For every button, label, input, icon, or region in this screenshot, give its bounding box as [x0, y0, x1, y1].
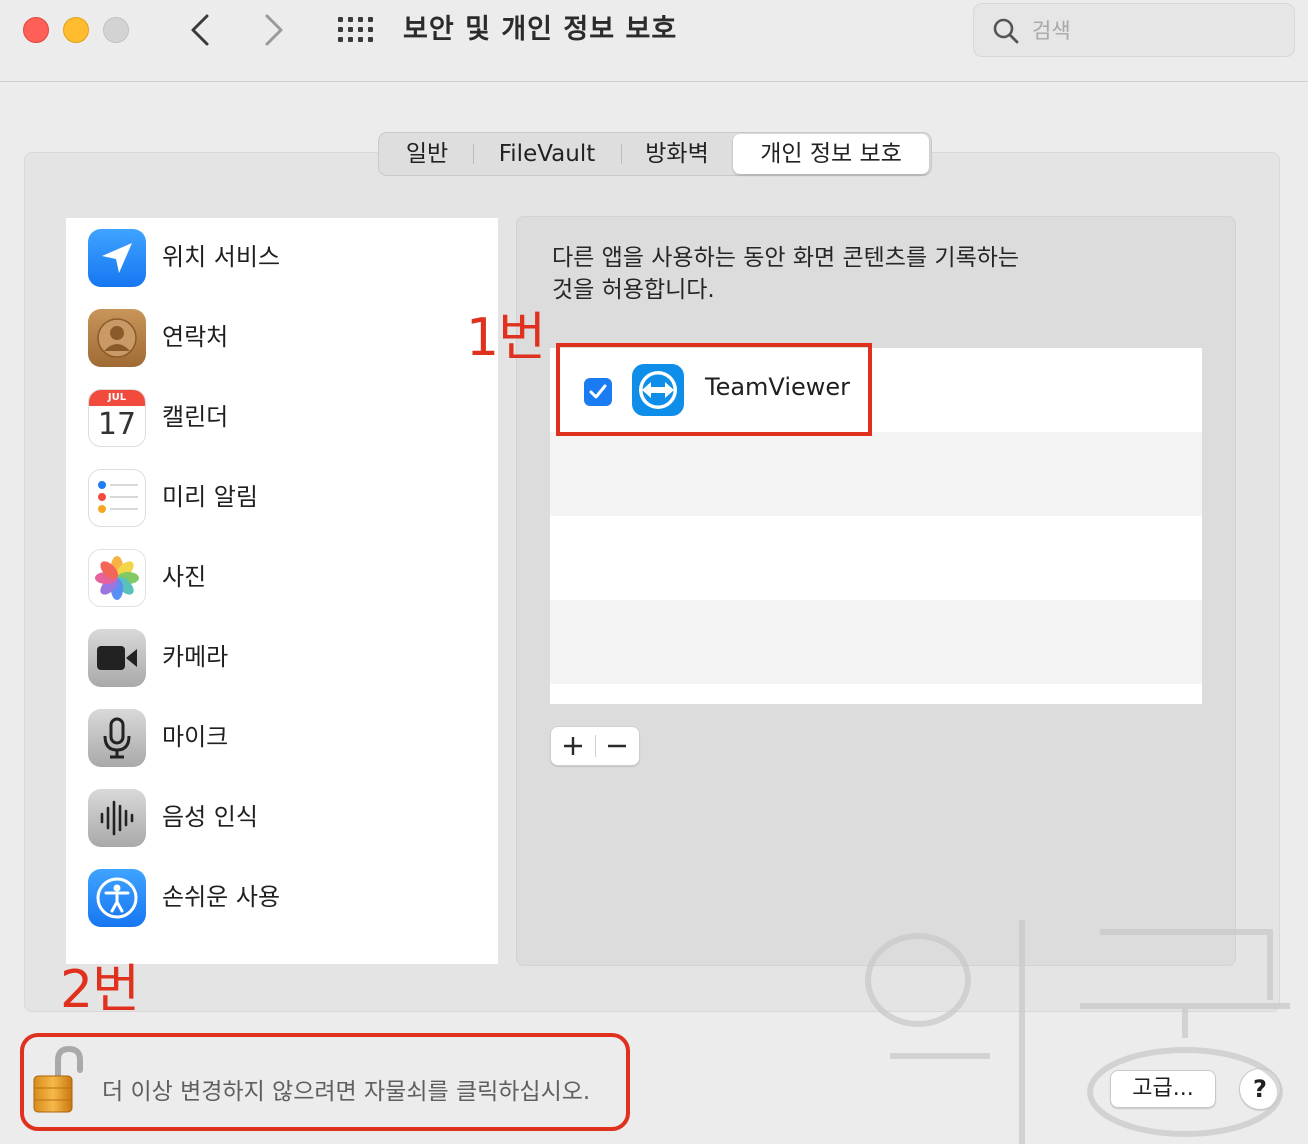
sidebar-item-accessibility[interactable]: 손쉬운 사용 [66, 858, 498, 938]
sidebar-item-photos[interactable]: 사진 [66, 538, 498, 618]
zoom-window-button[interactable] [103, 17, 129, 43]
calendar-month: JUL [89, 390, 145, 406]
sidebar-item-reminders[interactable]: 미리 알림 [66, 458, 498, 538]
privacy-category-list[interactable]: 위치 서비스 연락처 JUL 17 캘린더 미리 알림 사진 카메라 마이크 음… [66, 218, 498, 964]
tab-filevault[interactable]: FileVault [473, 134, 621, 174]
tab-privacy[interactable]: 개인 정보 보호 [733, 134, 929, 174]
calendar-icon: JUL 17 [88, 389, 146, 447]
sidebar-item-contacts[interactable]: 연락처 [66, 298, 498, 378]
table-row [550, 516, 1202, 600]
annotation-box-1 [556, 343, 872, 436]
search-input[interactable] [1032, 14, 1272, 48]
reminders-icon [88, 469, 146, 527]
chevron-left-icon [191, 14, 209, 46]
camera-icon [88, 629, 146, 687]
sidebar-item-label: 사진 [162, 563, 207, 591]
search-field[interactable] [973, 3, 1295, 57]
photos-icon [88, 549, 146, 607]
sidebar-item-speech-recognition[interactable]: 음성 인식 [66, 778, 498, 858]
table-row [550, 600, 1202, 684]
add-app-button[interactable] [551, 727, 595, 765]
back-button[interactable] [180, 10, 220, 50]
close-window-button[interactable] [23, 17, 49, 43]
sidebar-item-camera[interactable]: 카메라 [66, 618, 498, 698]
speech-recognition-icon [88, 789, 146, 847]
minus-icon [608, 744, 627, 748]
show-all-button[interactable] [336, 14, 376, 46]
annotation-box-2 [20, 1033, 630, 1131]
annotation-label-2: 2번 [60, 960, 140, 1020]
contacts-icon [88, 309, 146, 367]
description-line: 다른 앱을 사용하는 동안 화면 콘텐츠를 기록하는 [552, 245, 1020, 271]
add-remove-buttons [550, 726, 640, 766]
calendar-day: 17 [97, 407, 137, 442]
sidebar-item-label: 카메라 [162, 643, 229, 671]
sidebar-item-label: 마이크 [162, 723, 229, 751]
sidebar-item-location-services[interactable]: 위치 서비스 [66, 218, 498, 298]
sidebar-item-label: 캘린더 [162, 403, 229, 431]
annotation-label-1: 1번 [466, 308, 546, 368]
tab-bar: 일반 FileVault 방화벽 개인 정보 보호 [378, 132, 932, 176]
sidebar-item-label: 음성 인식 [162, 803, 258, 831]
advanced-button[interactable]: 고급... [1110, 1070, 1216, 1108]
minimize-window-button[interactable] [63, 17, 89, 43]
table-row [550, 432, 1202, 516]
accessibility-icon [88, 869, 146, 927]
search-icon [993, 18, 1019, 44]
sidebar-item-label: 손쉬운 사용 [162, 883, 281, 911]
permission-description: 다른 앱을 사용하는 동안 화면 콘텐츠를 기록하는 것을 허용합니다. [552, 242, 1072, 306]
title-bar: 보안 및 개인 정보 보호 [0, 0, 1308, 82]
location-arrow-icon [88, 229, 146, 287]
plus-icon [563, 737, 582, 755]
microphone-icon [88, 709, 146, 767]
forward-button[interactable] [254, 10, 294, 50]
sidebar-item-label: 미리 알림 [162, 483, 258, 511]
window-title: 보안 및 개인 정보 보호 [403, 14, 678, 45]
help-button[interactable]: ? [1239, 1068, 1281, 1110]
grid-icon [338, 17, 373, 42]
description-line: 것을 허용합니다. [552, 277, 715, 303]
sidebar-item-calendar[interactable]: JUL 17 캘린더 [66, 378, 498, 458]
sidebar-item-label: 연락처 [162, 323, 229, 351]
tab-general[interactable]: 일반 [381, 134, 473, 174]
sidebar-item-label: 위치 서비스 [162, 243, 281, 271]
sidebar-item-microphone[interactable]: 마이크 [66, 698, 498, 778]
chevron-right-icon [265, 14, 283, 46]
remove-app-button[interactable] [595, 727, 639, 765]
tab-firewall[interactable]: 방화벽 [621, 134, 733, 174]
